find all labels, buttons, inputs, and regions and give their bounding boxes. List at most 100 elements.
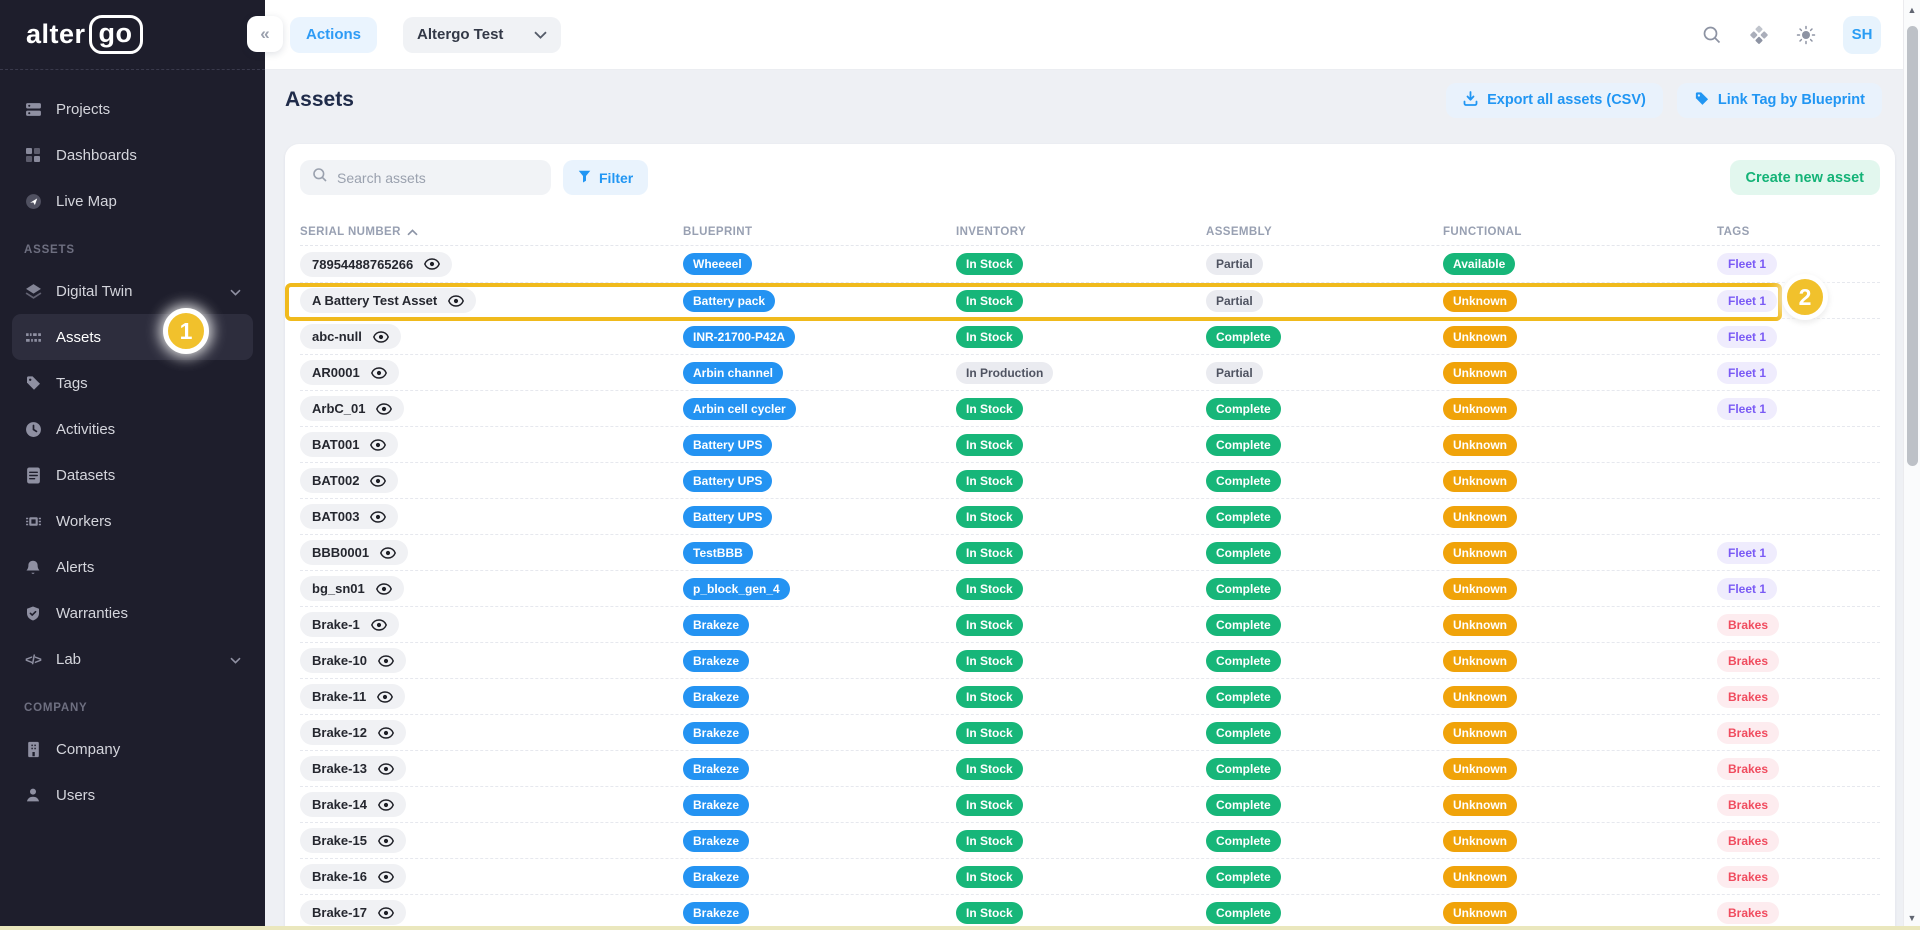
table-row[interactable]: BAT002Battery UPSIn StockCompleteUnknown — [300, 462, 1880, 498]
table-row[interactable]: Brake-10BrakezeIn StockCompleteUnknownBr… — [300, 642, 1880, 678]
sidebar-item-alerts[interactable]: Alerts — [12, 544, 253, 590]
table-row[interactable]: Brake-17BrakezeIn StockCompleteUnknownBr… — [300, 894, 1880, 930]
table-row[interactable]: abc-nullINR-21700-P42AIn StockCompleteUn… — [300, 318, 1880, 354]
blueprint-badge[interactable]: Brakeze — [683, 686, 749, 708]
column-inventory[interactable]: INVENTORY — [956, 226, 1206, 238]
sidebar-item-dashboards[interactable]: Dashboards — [12, 132, 253, 178]
table-row[interactable]: BBB0001TestBBBIn StockCompleteUnknownFle… — [300, 534, 1880, 570]
scroll-up-icon[interactable]: ▲ — [1904, 5, 1920, 15]
table-row[interactable]: BAT003Battery UPSIn StockCompleteUnknown — [300, 498, 1880, 534]
scrollbar-thumb[interactable] — [1907, 26, 1918, 466]
blueprint-badge[interactable]: Brakeze — [683, 866, 749, 888]
eye-icon[interactable] — [373, 331, 389, 343]
blueprint-badge[interactable]: Battery UPS — [683, 470, 772, 492]
eye-icon[interactable] — [378, 727, 394, 739]
tag-pill[interactable]: Brakes — [1717, 722, 1779, 744]
column-tags[interactable]: TAGS — [1717, 226, 1880, 238]
sidebar-item-workers[interactable]: Workers — [12, 498, 253, 544]
eye-icon[interactable] — [370, 511, 386, 523]
eye-icon[interactable] — [370, 439, 386, 451]
tag-pill[interactable]: Fleet 1 — [1717, 362, 1777, 384]
eye-icon[interactable] — [378, 655, 394, 667]
scroll-down-icon[interactable]: ▼ — [1904, 913, 1920, 923]
actions-button[interactable]: Actions — [290, 17, 377, 53]
blueprint-badge[interactable]: Brakeze — [683, 902, 749, 924]
sidebar-item-users[interactable]: Users — [12, 772, 253, 818]
sidebar-item-lab[interactable]: </> Lab — [12, 636, 253, 682]
blueprint-badge[interactable]: Arbin cell cycler — [683, 398, 796, 420]
table-row[interactable]: A Battery Test AssetBattery packIn Stock… — [300, 282, 1880, 318]
tag-pill[interactable]: Fleet 1 — [1717, 290, 1777, 312]
blueprint-badge[interactable]: Brakeze — [683, 722, 749, 744]
tag-pill[interactable]: Brakes — [1717, 866, 1779, 888]
sidebar-item-warranties[interactable]: Warranties — [12, 590, 253, 636]
sidebar-item-company[interactable]: Company — [12, 726, 253, 772]
sidebar-item-assets[interactable]: Assets — [12, 314, 253, 360]
blueprint-badge[interactable]: Arbin channel — [683, 362, 783, 384]
blueprint-badge[interactable]: Wheeeel — [683, 253, 752, 275]
eye-icon[interactable] — [378, 835, 394, 847]
eye-icon[interactable] — [371, 619, 387, 631]
eye-icon[interactable] — [377, 691, 393, 703]
table-row[interactable]: bg_sn01p_block_gen_4In StockCompleteUnkn… — [300, 570, 1880, 606]
collapse-sidebar-button[interactable]: « — [247, 16, 283, 52]
eye-icon[interactable] — [378, 907, 394, 919]
eye-icon[interactable] — [424, 258, 440, 270]
tag-pill[interactable]: Brakes — [1717, 830, 1779, 852]
table-row[interactable]: Brake-14BrakezeIn StockCompleteUnknownBr… — [300, 786, 1880, 822]
table-row[interactable]: Brake-16BrakezeIn StockCompleteUnknownBr… — [300, 858, 1880, 894]
tag-pill[interactable]: Brakes — [1717, 902, 1779, 924]
workspace-selector[interactable]: Altergo Test — [403, 17, 561, 53]
column-blueprint[interactable]: BLUEPRINT — [683, 226, 956, 238]
create-asset-button[interactable]: Create new asset — [1730, 160, 1880, 195]
sidebar-item-datasets[interactable]: Datasets — [12, 452, 253, 498]
sidebar-item-live-map[interactable]: Live Map — [12, 178, 253, 224]
table-row[interactable]: AR0001Arbin channelIn ProductionPartialU… — [300, 354, 1880, 390]
tag-pill[interactable]: Fleet 1 — [1717, 253, 1777, 275]
sidebar-item-tags[interactable]: Tags — [12, 360, 253, 406]
table-row[interactable]: Brake-15BrakezeIn StockCompleteUnknownBr… — [300, 822, 1880, 858]
sidebar-item-projects[interactable]: Projects — [12, 86, 253, 132]
eye-icon[interactable] — [378, 871, 394, 883]
tag-pill[interactable]: Fleet 1 — [1717, 542, 1777, 564]
tag-pill[interactable]: Brakes — [1717, 794, 1779, 816]
vertical-scrollbar[interactable]: ▲ ▼ — [1903, 0, 1920, 930]
export-assets-button[interactable]: Export all assets (CSV) — [1446, 83, 1663, 118]
eye-icon[interactable] — [371, 367, 387, 379]
blueprint-badge[interactable]: INR-21700-P42A — [683, 326, 795, 348]
eye-icon[interactable] — [370, 475, 386, 487]
blueprint-badge[interactable]: Battery UPS — [683, 434, 772, 456]
blueprint-badge[interactable]: Brakeze — [683, 794, 749, 816]
search-icon[interactable] — [1702, 25, 1722, 45]
blueprint-badge[interactable]: Brakeze — [683, 830, 749, 852]
column-functional[interactable]: FUNCTIONAL — [1443, 226, 1717, 238]
table-row[interactable]: Brake-1BrakezeIn StockCompleteUnknownBra… — [300, 606, 1880, 642]
tag-pill[interactable]: Brakes — [1717, 758, 1779, 780]
blueprint-badge[interactable]: p_block_gen_4 — [683, 578, 790, 600]
tag-pill[interactable]: Brakes — [1717, 686, 1779, 708]
blueprint-badge[interactable]: Brakeze — [683, 758, 749, 780]
column-assembly[interactable]: ASSEMBLY — [1206, 226, 1443, 238]
tag-pill[interactable]: Brakes — [1717, 650, 1779, 672]
table-row[interactable]: 78954488765266WheeeelIn StockPartialAvai… — [300, 246, 1880, 282]
apps-icon[interactable] — [1749, 25, 1769, 45]
theme-sun-icon[interactable] — [1796, 25, 1816, 45]
filter-button[interactable]: Filter — [563, 160, 648, 195]
blueprint-badge[interactable]: Brakeze — [683, 650, 749, 672]
blueprint-badge[interactable]: Brakeze — [683, 614, 749, 636]
asset-search[interactable] — [300, 160, 551, 195]
eye-icon[interactable] — [376, 403, 392, 415]
tag-pill[interactable]: Fleet 1 — [1717, 398, 1777, 420]
column-serial-number[interactable]: SERIAL NUMBER — [300, 226, 683, 238]
table-row[interactable]: ArbC_01Arbin cell cyclerIn StockComplete… — [300, 390, 1880, 426]
tag-pill[interactable]: Brakes — [1717, 614, 1779, 636]
sidebar-item-activities[interactable]: Activities — [12, 406, 253, 452]
user-avatar[interactable]: SH — [1843, 16, 1881, 54]
link-tag-button[interactable]: Link Tag by Blueprint — [1677, 83, 1882, 118]
blueprint-badge[interactable]: Battery pack — [683, 290, 775, 312]
sidebar-item-digital-twin[interactable]: Digital Twin — [12, 268, 253, 314]
eye-icon[interactable] — [376, 583, 392, 595]
table-row[interactable]: Brake-12BrakezeIn StockCompleteUnknownBr… — [300, 714, 1880, 750]
search-input[interactable] — [337, 170, 539, 186]
table-row[interactable]: Brake-13BrakezeIn StockCompleteUnknownBr… — [300, 750, 1880, 786]
